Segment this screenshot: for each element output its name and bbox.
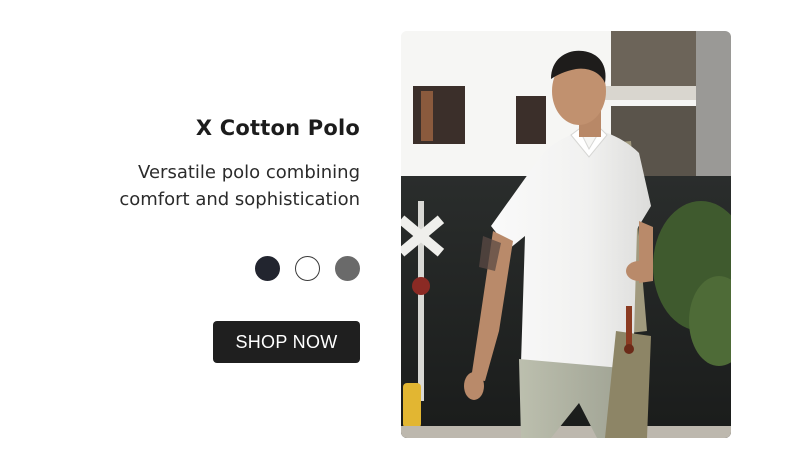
product-description-line-2: comfort and sophistication bbox=[119, 189, 360, 210]
product-description: Versatile polo combining comfort and sop… bbox=[40, 159, 360, 213]
product-title: X Cotton Polo bbox=[195, 116, 360, 140]
color-swatch-white[interactable] bbox=[295, 256, 320, 281]
shop-now-button[interactable]: SHOP NOW bbox=[213, 321, 360, 363]
product-photo bbox=[401, 31, 731, 438]
color-swatches bbox=[40, 256, 360, 281]
product-card: X Cotton Polo Versatile polo combining c… bbox=[0, 0, 800, 469]
color-swatch-gray[interactable] bbox=[335, 256, 360, 281]
product-description-line-1: Versatile polo combining bbox=[138, 162, 360, 183]
color-swatch-navy[interactable] bbox=[255, 256, 280, 281]
model-wearing-polo-image bbox=[401, 31, 731, 438]
product-info: X Cotton Polo Versatile polo combining c… bbox=[40, 112, 360, 363]
